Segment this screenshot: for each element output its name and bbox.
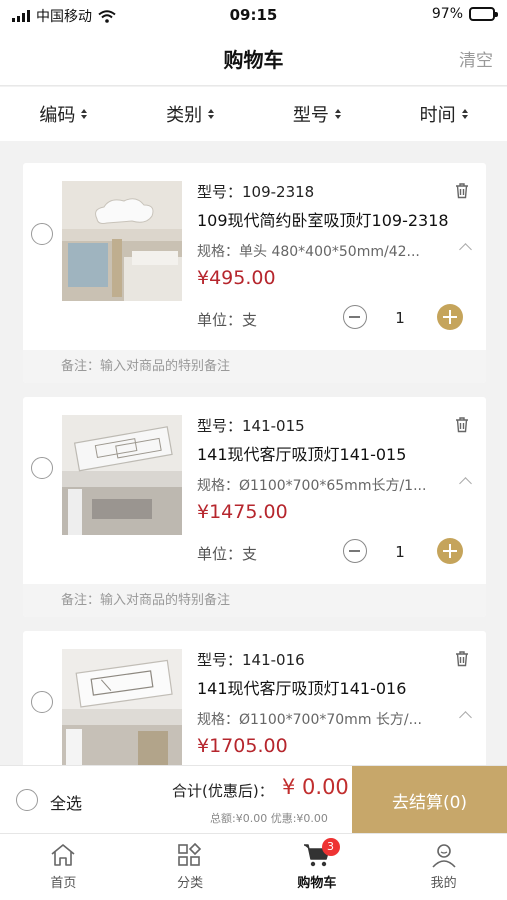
sort-label: 时间 [419, 105, 456, 126]
battery-status: 97% [431, 6, 498, 22]
sort-arrows-icon [81, 109, 88, 119]
sort-arrows-icon [208, 109, 215, 119]
cart-item: 型号：141-015 141现代客厅吸顶灯141-015 规格：Ø1100*70… [23, 397, 486, 617]
cart-item: 型号：109-2318 109现代简约卧室吸顶灯109-2318 规格：单头 4… [23, 163, 486, 383]
total-value: ¥ 0.00 [282, 775, 349, 799]
item-select-radio[interactable] [31, 457, 53, 479]
product-image[interactable] [62, 649, 182, 765]
tab-home[interactable]: 首页 [0, 834, 127, 900]
page-title: 购物车 [223, 48, 284, 72]
status-bar: 中国移动 09:15 97% [0, 0, 507, 30]
sort-by-model[interactable]: 型号 [254, 101, 381, 127]
tab-category[interactable]: 分类 [127, 834, 254, 900]
sort-by-category[interactable]: 类别 [127, 101, 254, 127]
chevron-up-icon[interactable] [459, 711, 472, 724]
product-image[interactable] [62, 181, 182, 301]
sort-arrows-icon [461, 109, 468, 119]
remark-input[interactable]: 备注：输入对商品的特别备注 [23, 584, 486, 617]
checkout-bar: 全选 合计(优惠后)： ¥ 0.00 总额:¥0.00 优惠:¥0.00 去结算… [0, 765, 507, 834]
delete-icon[interactable] [454, 182, 470, 199]
sort-by-code[interactable]: 编码 [0, 101, 127, 127]
item-qty[interactable]: 1 [385, 543, 415, 561]
tab-label: 购物车 [297, 876, 337, 891]
tab-mine[interactable]: 我的 [380, 834, 507, 900]
item-unit: 单位：支 [197, 545, 258, 563]
item-name: 141现代客厅吸顶灯141-015 [197, 445, 407, 464]
item-price: ¥495.00 [197, 267, 276, 289]
sort-by-time[interactable]: 时间 [380, 101, 507, 127]
delete-icon[interactable] [454, 416, 470, 433]
sort-bar: 编码 类别 型号 时间 [0, 87, 507, 141]
decrease-qty-button[interactable] [343, 305, 367, 329]
product-image[interactable] [62, 415, 182, 535]
battery-percent: 97% [431, 6, 463, 22]
delete-icon[interactable] [454, 650, 470, 667]
item-unit: 单位：支 [197, 311, 258, 329]
chevron-up-icon[interactable] [459, 477, 472, 490]
increase-qty-button[interactable] [437, 538, 463, 564]
item-spec[interactable]: 规格：Ø1100*700*70mm 长方/... [197, 709, 437, 729]
decrease-qty-button[interactable] [343, 539, 367, 563]
sort-label: 型号 [292, 105, 329, 126]
tab-label: 我的 [430, 876, 457, 891]
checkout-button[interactable]: 去结算(0) [352, 766, 507, 834]
item-name: 141现代客厅吸顶灯141-016 [197, 679, 407, 698]
item-spec[interactable]: 规格：单头 480*400*50mm/42... [197, 241, 437, 261]
cart-item: 型号：141-016 141现代客厅吸顶灯141-016 规格：Ø1100*70… [23, 631, 486, 765]
item-name: 109现代简约卧室吸顶灯109-2318 [197, 211, 449, 230]
increase-qty-button[interactable] [437, 304, 463, 330]
item-qty[interactable]: 1 [385, 309, 415, 327]
item-spec[interactable]: 规格：Ø1100*700*65mm长方/1... [197, 475, 437, 495]
item-price: ¥1705.00 [197, 735, 288, 757]
tab-cart[interactable]: 3 购物车 [254, 834, 381, 900]
total-breakdown: 总额:¥0.00 优惠:¥0.00 [210, 812, 328, 825]
battery-icon [469, 7, 498, 21]
sort-label: 编码 [39, 105, 76, 126]
item-model: 型号：141-015 [197, 417, 305, 435]
item-model: 型号：141-016 [197, 651, 305, 669]
item-select-radio[interactable] [31, 691, 53, 713]
tab-label: 分类 [177, 876, 204, 891]
select-all-label[interactable]: 全选 [50, 790, 82, 814]
home-icon [51, 844, 75, 866]
sort-arrows-icon [334, 109, 341, 119]
nav-bar: 购物车 清空 [0, 30, 507, 86]
select-all-radio[interactable] [16, 789, 38, 811]
clear-cart-button[interactable]: 清空 [459, 46, 493, 71]
total-label: 合计(优惠后)： [172, 782, 274, 800]
user-icon [432, 844, 456, 868]
item-select-radio[interactable] [31, 223, 53, 245]
chevron-up-icon[interactable] [459, 243, 472, 256]
remark-input[interactable]: 备注：输入对商品的特别备注 [23, 350, 486, 383]
item-price: ¥1475.00 [197, 501, 288, 523]
category-icon [178, 842, 202, 866]
tab-label: 首页 [50, 876, 77, 891]
sort-label: 类别 [166, 105, 203, 126]
item-model: 型号：109-2318 [197, 183, 315, 201]
tab-bar: 首页 分类 3 购物车 我的 [0, 833, 507, 900]
cart-badge: 3 [321, 838, 340, 856]
